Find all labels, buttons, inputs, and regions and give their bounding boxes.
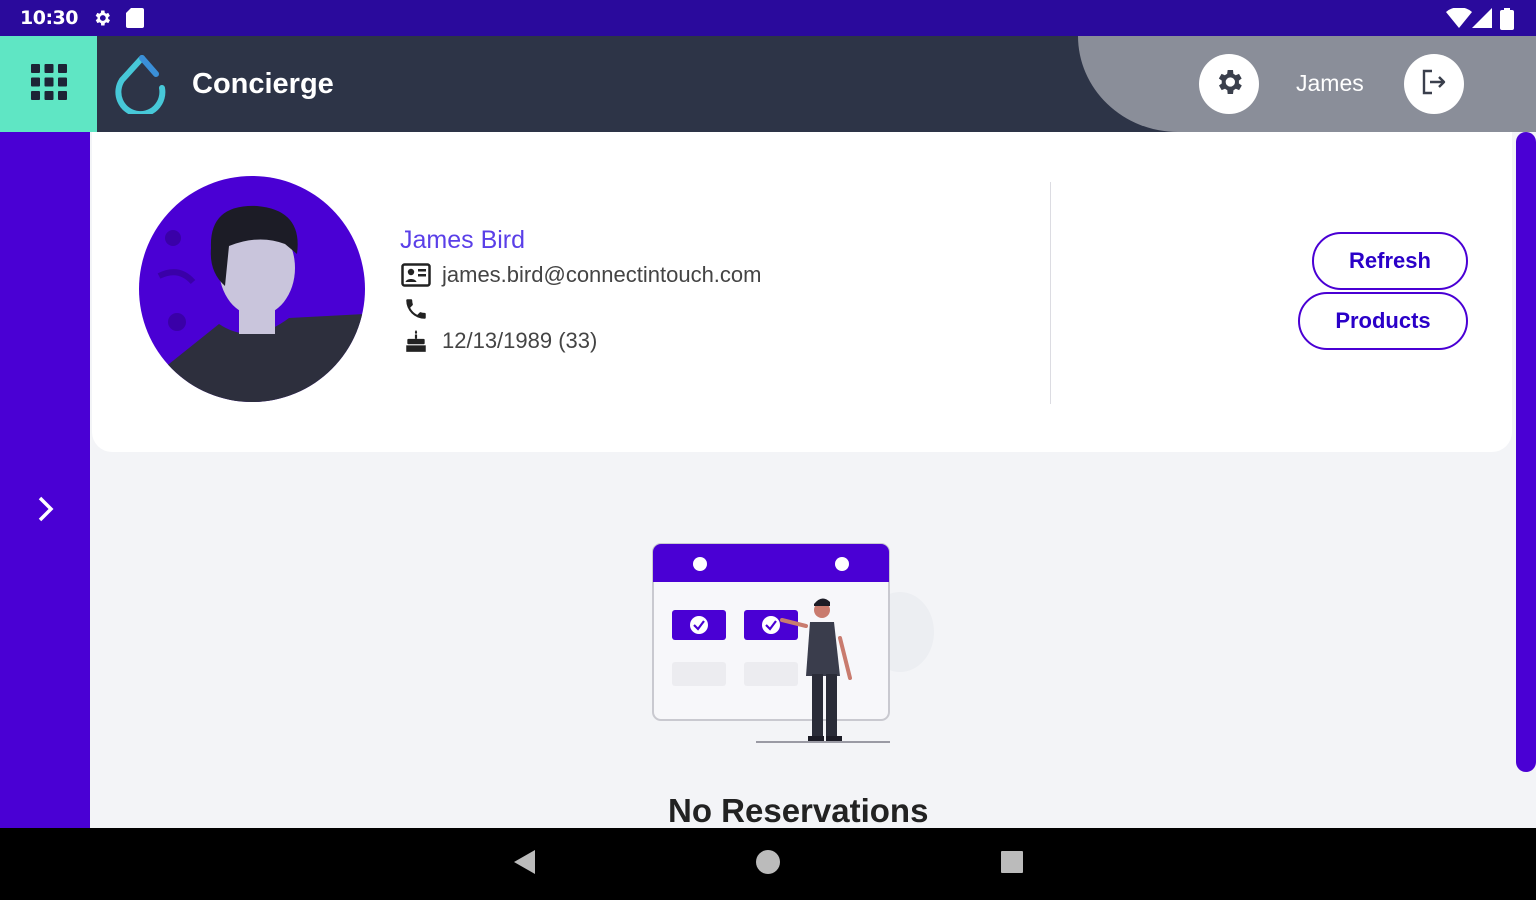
birthdate-text: 12/13/1989 (33) (442, 328, 598, 353)
empty-reservations-title: No Reservations (668, 792, 929, 828)
concierge-logo (112, 54, 172, 118)
refresh-button[interactable]: Refresh (1312, 232, 1468, 290)
user-name: James (1296, 70, 1364, 96)
status-bar: 10:30 (0, 0, 1536, 36)
logout-icon (1418, 66, 1450, 103)
logout-button[interactable] (1404, 54, 1464, 114)
side-rail (0, 132, 90, 828)
recents-square-icon (1000, 850, 1024, 879)
gear-icon (1213, 66, 1245, 103)
user-panel: James (1078, 36, 1536, 132)
back-triangle-icon (511, 848, 537, 881)
apps-menu-button[interactable] (0, 36, 97, 132)
settings-button[interactable] (1199, 54, 1259, 114)
recents-button[interactable] (994, 848, 1030, 880)
avatar (139, 176, 365, 402)
profile-card: James Bird james.bird@connectintouch.com (92, 132, 1512, 452)
system-nav-bar (0, 828, 1536, 900)
home-button[interactable] (750, 848, 786, 880)
main-content: James Bird james.bird@connectintouch.com (90, 132, 1536, 828)
email-text: james.bird@connectintouch.com (442, 262, 762, 287)
cake-icon (400, 328, 432, 354)
home-circle-icon (755, 849, 781, 880)
scrollbar-thumb[interactable] (1516, 132, 1536, 772)
products-button[interactable]: Products (1298, 292, 1468, 350)
app-title: Concierge (192, 68, 334, 100)
card-divider (1050, 182, 1051, 404)
phone-icon (400, 296, 432, 322)
gear-status-icon (92, 8, 112, 33)
chevron-right-icon (34, 494, 56, 529)
phone-row (400, 296, 442, 322)
battery-icon (1500, 8, 1514, 35)
expand-sidebar-button[interactable] (28, 494, 62, 528)
sd-card-icon (126, 8, 144, 33)
wifi-icon (1446, 7, 1472, 33)
contact-card-icon (400, 262, 432, 288)
apps-grid-icon (29, 62, 69, 107)
app-bar: Concierge James (0, 36, 1536, 132)
cell-signal-icon (1472, 8, 1492, 33)
empty-calendar-illustration (650, 542, 960, 752)
status-time: 10:30 (20, 7, 78, 29)
back-button[interactable] (506, 848, 542, 880)
email-row: james.bird@connectintouch.com (400, 262, 761, 288)
birthdate-row: 12/13/1989 (33) (400, 328, 597, 354)
profile-name: James Bird (400, 226, 526, 254)
